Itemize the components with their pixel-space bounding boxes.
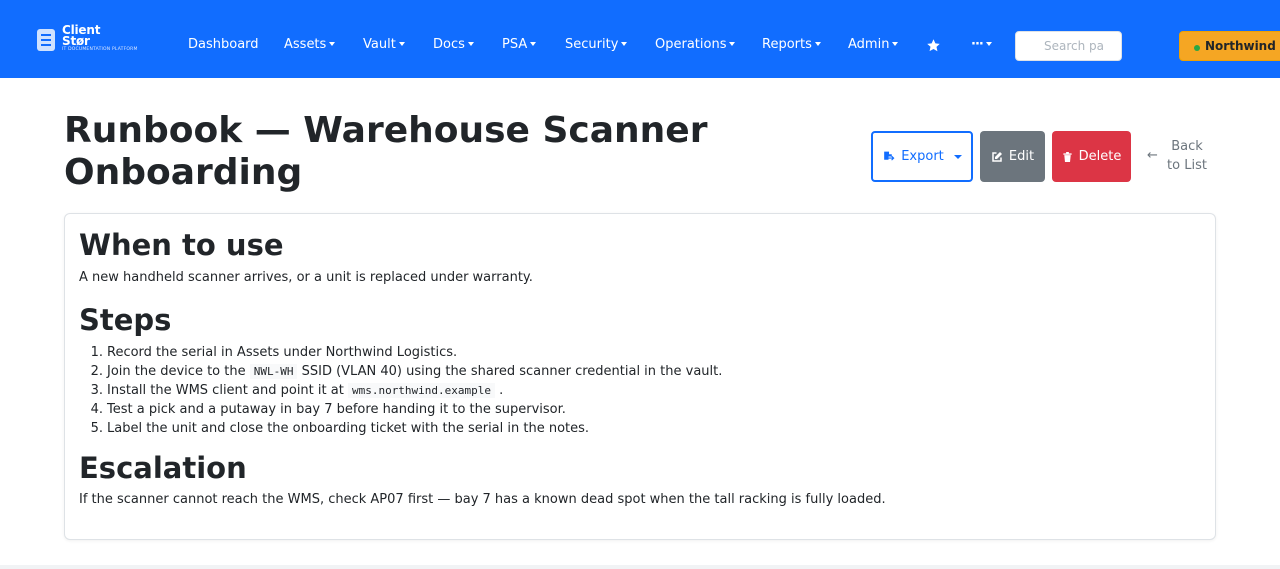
- list-item: 3. Install the WMS client and point it at…: [79, 381, 503, 400]
- delete-button[interactable]: Delete: [1052, 131, 1131, 182]
- section-heading-escalation: Escalation: [79, 451, 247, 485]
- page-title: Runbook — Warehouse Scanner Onboarding: [64, 110, 708, 193]
- brand-tagline: IT DOCUMENTATION PLATFORM: [62, 47, 138, 52]
- nav-dashboard[interactable]: Dashboard: [188, 37, 259, 53]
- step-text: Label the unit and close the onboarding …: [107, 421, 590, 436]
- client-name: Northwind L: [1205, 39, 1280, 53]
- more-menu-button[interactable]: ···: [971, 37, 992, 53]
- inline-code: NWL-WH: [249, 364, 298, 379]
- step-text: Test a pick and a putaway in bay 7 befor…: [107, 402, 566, 417]
- client-status-dot: [1194, 45, 1200, 51]
- list-item: 1. Record the serial in Assets under Nort…: [79, 343, 458, 362]
- list-item: 4. Test a pick and a putaway in bay 7 bef…: [79, 400, 566, 419]
- inline-code: wms.northwind.example: [347, 383, 496, 398]
- trash-icon: [1063, 151, 1072, 162]
- chevron-down-icon: [814, 42, 821, 46]
- chevron-down-icon: [985, 42, 992, 46]
- section-heading-steps: Steps: [79, 303, 172, 337]
- chevron-down-icon: [398, 42, 405, 46]
- nav-admin[interactable]: Admin: [848, 37, 899, 53]
- step-text: Install the WMS client and point it at: [107, 383, 348, 398]
- step-text: Record the serial in Assets under Northw…: [107, 345, 458, 360]
- back-to-list-link[interactable]: ← Back to List: [1145, 137, 1215, 177]
- export-button[interactable]: Export: [871, 131, 973, 182]
- chevron-down-icon: [953, 154, 962, 159]
- edit-label: Edit: [1008, 149, 1035, 164]
- step-number: 1.: [90, 345, 103, 360]
- step-number: 4.: [90, 402, 103, 417]
- edit-icon: [992, 151, 1002, 162]
- edit-button[interactable]: Edit: [980, 131, 1045, 182]
- nav-docs[interactable]: Docs: [433, 37, 474, 53]
- nav-assets[interactable]: Assets: [284, 37, 336, 53]
- step-text: .: [495, 383, 504, 398]
- top-navbar: Client Stør IT DOCUMENTATION PLATFORM Das…: [0, 0, 1280, 78]
- arrow-left-icon: ←: [1147, 148, 1158, 163]
- file-export-icon: [884, 151, 895, 160]
- back-to-list-label: Back to List: [1167, 139, 1207, 173]
- export-label: Export: [901, 149, 944, 164]
- chevron-down-icon: [621, 42, 628, 46]
- nav-psa[interactable]: PSA: [502, 37, 537, 53]
- chevron-down-icon: [729, 42, 736, 46]
- nav-security[interactable]: Security: [565, 37, 628, 53]
- page-footer-divider: [0, 565, 1280, 569]
- chevron-down-icon: [530, 42, 537, 46]
- step-text: SSID (VLAN 40) using the shared scanner …: [297, 364, 723, 379]
- brand-logo[interactable]: Client Stør IT DOCUMENTATION PLATFORM: [37, 23, 152, 56]
- brand-icon: [37, 29, 55, 51]
- nav-vault[interactable]: Vault: [363, 37, 405, 53]
- chevron-down-icon: [892, 42, 899, 46]
- global-search-input[interactable]: [1015, 31, 1122, 61]
- step-number: 3.: [90, 383, 103, 398]
- step-text: Join the device to the: [107, 364, 250, 379]
- section-heading-when: When to use: [79, 228, 284, 262]
- client-switcher[interactable]: Northwind L: [1179, 31, 1280, 61]
- nav-operations[interactable]: Operations: [655, 37, 736, 53]
- chevron-down-icon: [329, 42, 336, 46]
- brand-name: Client Stør: [62, 23, 101, 48]
- when-text: A new handheld scanner arrives, or a uni…: [79, 270, 533, 285]
- list-item: 2. Join the device to the NWL-WH SSID (VL…: [79, 362, 722, 381]
- chevron-down-icon: [467, 42, 474, 46]
- step-number: 2.: [90, 364, 103, 379]
- delete-label: Delete: [1078, 149, 1122, 164]
- list-item: 5. Label the unit and close the onboardin…: [79, 419, 589, 438]
- nav-reports[interactable]: Reports: [762, 37, 821, 53]
- escalation-text: If the scanner cannot reach the WMS, che…: [79, 492, 886, 507]
- ellipsis-icon: ···: [971, 37, 984, 52]
- star-icon[interactable]: [926, 38, 941, 53]
- step-number: 5.: [90, 421, 103, 436]
